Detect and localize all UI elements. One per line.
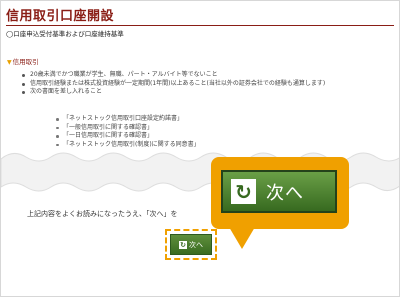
criteria-list: 20歳未満でかつ職業が学生、無職、パート・アルバイト等でないこと 信用取引経験ま… <box>21 71 393 97</box>
list-item: 次の書面を差し入れること <box>21 88 393 97</box>
list-item: 「ネットストック信用取引(制度)に関する同意書」 <box>55 141 200 150</box>
next-button-label: 次へ <box>189 240 203 249</box>
list-item: 20歳未満でかつ職業が学生、無職、パート・アルバイト等でないこと <box>21 71 393 80</box>
arrow-return-icon: ↻ <box>179 240 187 249</box>
next-button-zoomed[interactable]: ↻ 次へ <box>221 170 337 213</box>
list-item: 信用取引経験または株式投資経験が一定期間(1年間)以上あること(当社以外の証券会… <box>21 80 393 89</box>
triangle-down-icon: ▼ <box>7 59 12 66</box>
documents-list: 「ネットストック信用取引口座設定約諾書」 「一般信用取引に関する確認書」 「一日… <box>55 115 200 149</box>
list-item: 「一般信用取引に関する確認書」 <box>55 124 200 133</box>
zoom-callout-pointer <box>229 227 255 249</box>
page-frame: 信用取引口座開設 ◯口座申込受付基準および口座維持基準 ▼信用取引 20歳未満で… <box>0 0 400 297</box>
page-title: 信用取引口座開設 <box>6 9 115 24</box>
arrow-return-icon: ↻ <box>231 179 256 204</box>
instruction-text: 上記内容をよくお読みになったうえ、「次へ」を <box>27 210 178 218</box>
next-button[interactable]: ↻ 次へ <box>170 234 212 255</box>
next-button-zoomed-label: 次へ <box>266 182 304 204</box>
criteria-subheading: ◯口座申込受付基準および口座維持基準 <box>6 30 124 38</box>
section-heading: ▼信用取引 <box>7 56 39 66</box>
list-item: 「一日信用取引に関する確認書」 <box>55 132 200 141</box>
title-divider <box>6 25 394 26</box>
list-item: 「ネットストック信用取引口座設定約諾書」 <box>55 115 200 124</box>
section-title-label: 信用取引 <box>12 58 39 66</box>
